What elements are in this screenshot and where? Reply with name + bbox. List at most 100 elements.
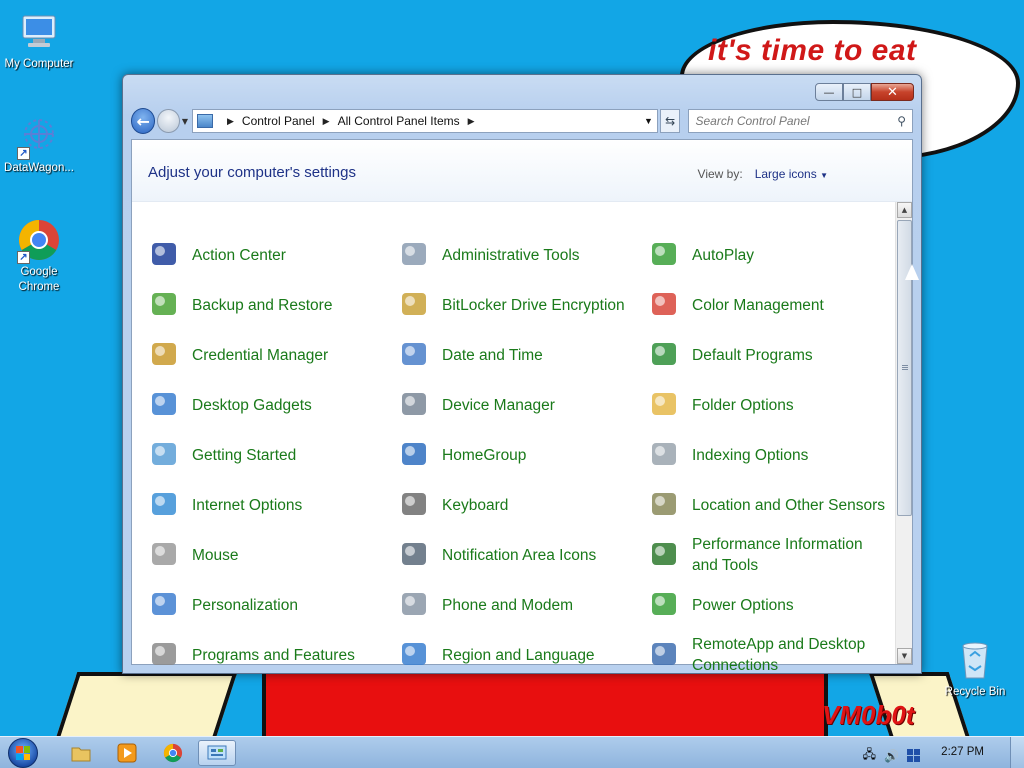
- refresh-button[interactable]: ⇆: [659, 109, 681, 133]
- control-panel-item-label: Personalization: [192, 596, 298, 614]
- scroll-down-button[interactable]: ▼: [897, 648, 912, 664]
- credential-icon: [148, 338, 182, 372]
- breadcrumb-all-items[interactable]: All Control Panel Items: [338, 114, 460, 128]
- desktop-icon-label: Recycle Bin: [944, 686, 1006, 698]
- control-panel-item[interactable]: Phone and Modem: [398, 580, 648, 630]
- taskbar-explorer[interactable]: [62, 740, 100, 766]
- phone-icon: [398, 588, 432, 622]
- getting-started-icon: [148, 438, 182, 472]
- scroll-grip: [902, 365, 908, 366]
- internet-icon: [148, 488, 182, 522]
- control-panel-item[interactable]: Internet Options: [148, 480, 398, 530]
- control-panel-item[interactable]: Device Manager: [398, 380, 648, 430]
- maximize-button[interactable]: □: [843, 83, 871, 101]
- taskbar-control-panel[interactable]: [198, 740, 236, 766]
- forward-button[interactable]: [157, 109, 180, 133]
- notification-icon: [398, 538, 432, 572]
- control-panel-item[interactable]: Color Management: [648, 280, 898, 330]
- action-center-icon[interactable]: [907, 749, 920, 762]
- control-panel-item[interactable]: Indexing Options: [648, 430, 898, 480]
- address-dropdown-icon[interactable]: ▼: [644, 116, 653, 126]
- flag-icon: [148, 238, 182, 272]
- date-time-icon: [398, 338, 432, 372]
- performance-icon: [648, 538, 682, 572]
- control-panel-item[interactable]: Backup and Restore: [148, 280, 398, 330]
- control-panel-item[interactable]: Mouse: [148, 530, 398, 580]
- close-button[interactable]: ✕: [871, 83, 914, 101]
- control-panel-item[interactable]: Power Options: [648, 580, 898, 630]
- desktop-icon-my-computer[interactable]: My Computer: [0, 10, 78, 72]
- breadcrumb-chevron-icon[interactable]: ▶: [323, 116, 330, 127]
- breadcrumb-control-panel[interactable]: Control Panel: [242, 114, 315, 128]
- wallpaper-leg-left: [54, 672, 238, 742]
- control-panel-item[interactable]: Getting Started: [148, 430, 398, 480]
- control-panel-item-label: Folder Options: [692, 396, 794, 414]
- desktop-icon-recycle-bin[interactable]: Recycle Bin: [936, 638, 1014, 700]
- control-panel-item[interactable]: BitLocker Drive Encryption: [398, 280, 648, 330]
- control-panel-item-label: Backup and Restore: [192, 296, 333, 314]
- control-panel-item-label: Phone and Modem: [442, 596, 573, 614]
- minimize-button[interactable]: —: [815, 83, 843, 101]
- control-panel-item-label: Administrative Tools: [442, 246, 580, 264]
- network-icon[interactable]: 🖧: [863, 745, 876, 766]
- programs-icon: [148, 638, 182, 670]
- control-panel-item-label: Mouse: [192, 546, 239, 564]
- content-pane: Adjust your computer's settings View by:…: [131, 139, 913, 670]
- control-panel-item[interactable]: Desktop Gadgets: [148, 380, 398, 430]
- control-panel-item-label: Credential Manager: [192, 346, 329, 364]
- control-panel-icon: [207, 745, 227, 760]
- control-panel-item-label: BitLocker Drive Encryption: [442, 296, 625, 314]
- control-panel-item[interactable]: Administrative Tools: [398, 230, 648, 280]
- control-panel-item[interactable]: Programs and Features: [148, 630, 398, 670]
- breadcrumb-chevron-icon[interactable]: ▶: [227, 116, 234, 127]
- device-manager-icon: [398, 388, 432, 422]
- recent-pages-dropdown[interactable]: ▼: [182, 117, 188, 126]
- search-placeholder: Search Control Panel: [695, 114, 810, 128]
- taskbar-media-player[interactable]: [108, 740, 146, 766]
- control-panel-item-label: AutoPlay: [692, 246, 755, 264]
- back-button[interactable]: ←: [131, 108, 156, 134]
- breadcrumb-chevron-icon[interactable]: ▶: [468, 116, 475, 127]
- control-panel-item-label: Action Center: [192, 246, 286, 264]
- control-panel-item[interactable]: Credential Manager: [148, 330, 398, 380]
- explorer-icon: [71, 747, 91, 762]
- control-panel-item[interactable]: AutoPlay: [648, 230, 898, 280]
- homegroup-icon: [398, 438, 432, 472]
- control-panel-item[interactable]: Location and Other Sensors: [648, 480, 898, 530]
- control-panel-item[interactable]: Performance Information and Tools: [648, 530, 898, 580]
- volume-icon[interactable]: 🔊: [884, 749, 899, 763]
- show-desktop-button[interactable]: [1010, 737, 1024, 768]
- view-by-dropdown[interactable]: Large icons ▼: [755, 167, 828, 181]
- control-panel-item[interactable]: Personalization: [148, 580, 398, 630]
- control-panel-item-label: Programs and Features: [192, 646, 355, 664]
- desktop-icon-label: My Computer: [4, 58, 74, 70]
- clock[interactable]: 2:27 PM: [941, 746, 984, 758]
- control-panel-item[interactable]: Region and Language: [398, 630, 648, 670]
- control-panel-item[interactable]: HomeGroup: [398, 430, 648, 480]
- chrome-icon: [163, 743, 183, 763]
- control-panel-item[interactable]: Notification Area Icons: [398, 530, 648, 580]
- control-panel-item[interactable]: Folder Options: [648, 380, 898, 430]
- default-programs-icon: [648, 338, 682, 372]
- desktop-icon-datawagon[interactable]: ↗ DataWagon...: [0, 114, 78, 176]
- control-panel-items-grid: Action Center Administrative Tools AutoPla…: [148, 230, 898, 670]
- search-input[interactable]: Search Control Panel ⚲: [688, 109, 913, 133]
- control-panel-item[interactable]: Default Programs: [648, 330, 898, 380]
- control-panel-item-label: Indexing Options: [692, 446, 809, 464]
- taskbar-chrome[interactable]: [154, 740, 192, 766]
- control-panel-item[interactable]: Keyboard: [398, 480, 648, 530]
- scroll-up-button[interactable]: ▲: [897, 202, 912, 218]
- control-panel-item-label: Date and Time: [442, 346, 543, 364]
- desktop-icon-chrome[interactable]: ↗ Google Chrome: [0, 218, 78, 295]
- desktop-icon-label: DataWagon...: [4, 162, 74, 174]
- control-panel-item[interactable]: RemoteApp and Desktop Connections: [648, 630, 898, 670]
- address-bar[interactable]: ▶ Control Panel ▶ All Control Panel Item…: [192, 109, 658, 133]
- control-panel-item-label: RemoteApp and Desktop Connections: [692, 636, 866, 670]
- control-panel-item[interactable]: Date and Time: [398, 330, 648, 380]
- page-title: Adjust your computer's settings: [148, 164, 356, 181]
- control-panel-item-label: Desktop Gadgets: [192, 396, 312, 414]
- refresh-icon: ⇆: [665, 114, 676, 128]
- control-panel-item[interactable]: Action Center: [148, 230, 398, 280]
- control-panel-item-label: Internet Options: [192, 496, 303, 514]
- start-button[interactable]: [8, 738, 38, 768]
